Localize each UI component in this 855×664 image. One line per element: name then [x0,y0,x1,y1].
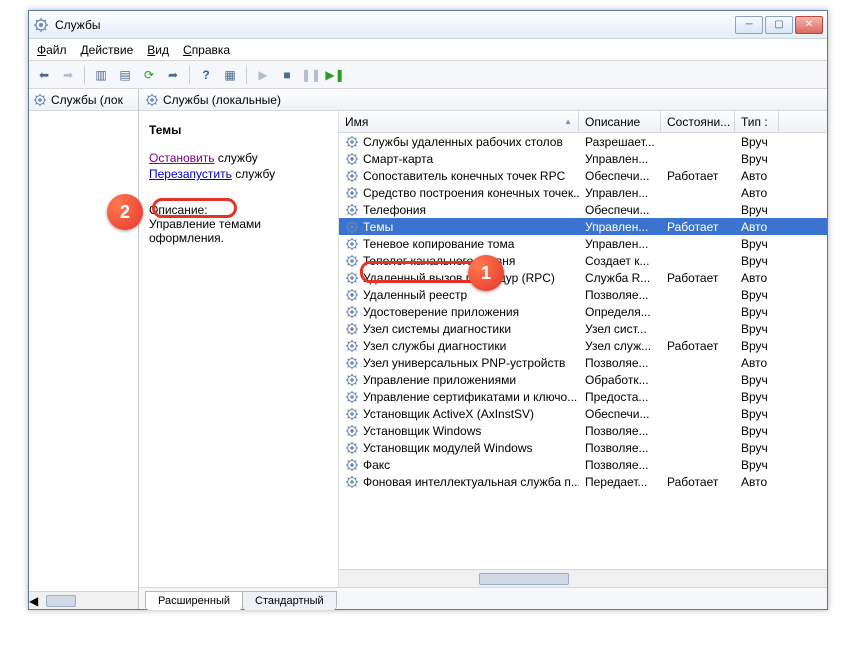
table-row[interactable]: Узел системы диагностикиУзел сист...Вруч [339,320,827,337]
refresh-button[interactable]: ⟳ [138,64,160,86]
main-header: Службы (локальные) [139,89,827,111]
properties-button[interactable]: ▤ [114,64,136,86]
toolbar: ⬅ ➡ ▥ ▤ ⟳ ➦ ? ▦ ▶ ■ ❚❚ ▶❚ [29,61,827,89]
table-row[interactable]: ФаксПозволяе...Вруч [339,456,827,473]
gear-icon [345,390,359,404]
services-window: Службы ─ ▢ ✕ Файл Действие Вид Справка ⬅… [28,10,828,610]
table-row[interactable]: Теневое копирование томаУправлен...Вруч [339,235,827,252]
menu-view[interactable]: Вид [147,43,169,57]
table-row[interactable]: Службы удаленных рабочих столовРазрешает… [339,133,827,150]
description-pane: Темы Остановить службу Перезапустить слу… [139,111,339,587]
description-label: Описание: [149,203,328,217]
restart-service-link[interactable]: Перезапустить [149,167,232,181]
tree-root-item[interactable]: Службы (лок [29,89,138,111]
tab-standard[interactable]: Стандартный [242,591,337,610]
menu-file[interactable]: Файл [37,43,67,57]
window-title: Службы [55,18,735,32]
restart-service-button[interactable]: ▶❚ [324,64,346,86]
gear-icon [33,93,47,107]
table-row[interactable]: Удаленный реестрПозволяе...Вруч [339,286,827,303]
gear-icon [145,93,159,107]
gear-icon [345,288,359,302]
table-row[interactable]: ТелефонияОбеспечи...Вруч [339,201,827,218]
gear-icon [345,475,359,489]
gear-icon [345,186,359,200]
gear-icon [345,254,359,268]
gear-icon [345,322,359,336]
gear-icon [345,458,359,472]
menu-action[interactable]: Действие [81,43,134,57]
pause-service-button[interactable]: ❚❚ [300,64,322,86]
gear-icon [345,135,359,149]
gear-icon [345,271,359,285]
stop-service-button[interactable]: ■ [276,64,298,86]
col-name[interactable]: Имя [339,111,579,132]
table-row[interactable]: Удостоверение приложенияОпределя...Вруч [339,303,827,320]
gear-icon [345,356,359,370]
table-row[interactable]: Сопоставитель конечных точек RPCОбеспечи… [339,167,827,184]
menu-help[interactable]: Справка [183,43,230,57]
start-service-button[interactable]: ▶ [252,64,274,86]
services-list: Имя Описание Состояни... Тип : Службы уд… [339,111,827,587]
forward-button[interactable]: ➡ [57,64,79,86]
maximize-button[interactable]: ▢ [765,16,793,34]
gear-icon [345,407,359,421]
tab-extended[interactable]: Расширенный [145,591,243,610]
col-description[interactable]: Описание [579,111,661,132]
table-row[interactable]: Смарт-картаУправлен...Вруч [339,150,827,167]
table-row[interactable]: Управление приложениямиОбработк...Вруч [339,371,827,388]
list-h-scrollbar[interactable] [339,569,827,587]
gear-icon [345,203,359,217]
gear-icon [345,220,359,234]
close-button[interactable]: ✕ [795,16,823,34]
table-row[interactable]: ТемыУправлен...РаботаетАвто [339,218,827,235]
gear-icon [345,237,359,251]
table-row[interactable]: Узел универсальных PNP-устройствПозволяе… [339,354,827,371]
table-row[interactable]: Средство построения конечных точек...Упр… [339,184,827,201]
gear-icon [345,339,359,353]
gear-icon [345,373,359,387]
back-button[interactable]: ⬅ [33,64,55,86]
col-type[interactable]: Тип : [735,111,779,132]
gear-icon [345,305,359,319]
col-state[interactable]: Состояни... [661,111,735,132]
table-row[interactable]: Установщик ActiveX (AxInstSV)Обеспечи...… [339,405,827,422]
description-text: Управление темами оформления. [149,217,328,245]
gear-icon [345,441,359,455]
table-row[interactable]: Фоновая интеллектуальная служба п...Пере… [339,473,827,490]
tree-h-scrollbar[interactable]: ◀ [29,591,138,609]
column-headers: Имя Описание Состояни... Тип : [339,111,827,133]
menubar: Файл Действие Вид Справка [29,39,827,61]
table-row[interactable]: Установщик WindowsПозволяе...Вруч [339,422,827,439]
services-icon [33,17,49,33]
gear-icon [345,169,359,183]
table-row[interactable]: Узел службы диагностикиУзел служ...Работ… [339,337,827,354]
view-tabs: Расширенный Стандартный [139,587,827,609]
tree-pane: Службы (лок ◀ [29,89,139,609]
help-button[interactable]: ? [195,64,217,86]
titlebar[interactable]: Службы ─ ▢ ✕ [29,11,827,39]
gear-icon [345,152,359,166]
table-row[interactable]: Управление сертификатами и ключо...Предо… [339,388,827,405]
table-row[interactable]: Установщик модулей WindowsПозволяе...Вру… [339,439,827,456]
gear-icon [345,424,359,438]
stop-service-link[interactable]: Остановить [149,151,215,165]
export-button[interactable]: ➦ [162,64,184,86]
show-hide-action-button[interactable]: ▦ [219,64,241,86]
main-pane: Службы (локальные) Темы Остановить служб… [139,89,827,609]
table-row[interactable]: Удаленный вызов процедур (RPC)Служба R..… [339,269,827,286]
minimize-button[interactable]: ─ [735,16,763,34]
table-row[interactable]: Тополог канального уровняСоздает к...Вру… [339,252,827,269]
selected-service-name: Темы [149,123,328,137]
show-hide-tree-button[interactable]: ▥ [90,64,112,86]
